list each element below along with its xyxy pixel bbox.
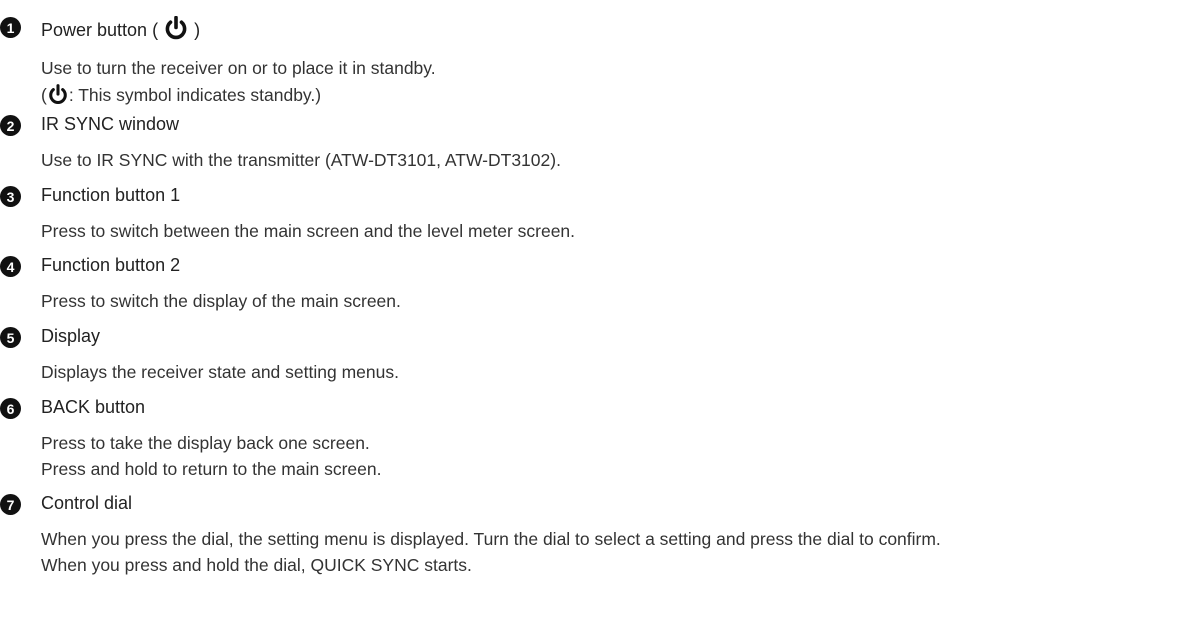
item-number-badge: 6 bbox=[0, 398, 21, 419]
manual-page: 1 Power button ( ) Use to turn the recei… bbox=[0, 0, 1188, 632]
item-title-suffix: ) bbox=[189, 20, 201, 40]
item-title: Power button ( ) bbox=[41, 16, 200, 41]
item-description-line: Press to switch between the main screen … bbox=[41, 221, 576, 241]
item-number-badge: 4 bbox=[0, 256, 21, 277]
desc-text: : This symbol indicates standby.) bbox=[68, 85, 322, 105]
item-description-line: Displays the receiver state and setting … bbox=[41, 362, 399, 382]
item-description-line: Use to turn the receiver on or to place … bbox=[41, 58, 436, 78]
item-number-badge: 3 bbox=[0, 186, 21, 207]
item-title: Function button 2 bbox=[41, 255, 181, 275]
item-title: Function button 1 bbox=[41, 185, 181, 205]
item-description-line: When you press the dial, the setting men… bbox=[41, 529, 941, 549]
item-title: Control dial bbox=[41, 493, 133, 513]
item-description-line: Press and hold to return to the main scr… bbox=[41, 459, 382, 479]
item-number-badge: 5 bbox=[0, 327, 21, 348]
item-title: Display bbox=[41, 326, 101, 346]
item-description-line: Press to switch the display of the main … bbox=[41, 291, 401, 311]
item-title: IR SYNC window bbox=[41, 114, 180, 134]
item-number-badge: 2 bbox=[0, 115, 21, 136]
item-description-line: (: This symbol indicates standby.) bbox=[41, 84, 321, 106]
item-number-badge: 1 bbox=[0, 17, 21, 38]
item-title-prefix: Power button ( bbox=[41, 20, 164, 40]
item-description-line: When you press and hold the dial, QUICK … bbox=[41, 555, 472, 575]
item-description-line: Use to IR SYNC with the transmitter (ATW… bbox=[41, 150, 561, 170]
item-description-line: Press to take the display back one scree… bbox=[41, 433, 370, 453]
power-icon bbox=[47, 84, 69, 105]
item-title: BACK button bbox=[41, 397, 146, 417]
item-number-badge: 7 bbox=[0, 494, 21, 515]
power-icon bbox=[163, 16, 189, 40]
